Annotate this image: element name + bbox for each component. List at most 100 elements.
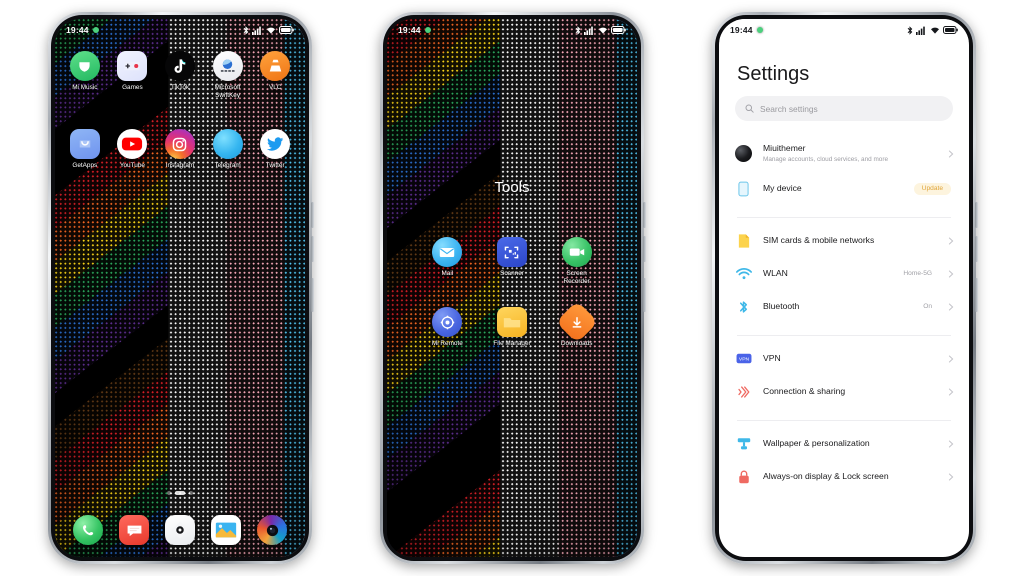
- wifi-icon: [930, 27, 939, 34]
- row-text: Always-on display & Lock screen: [763, 471, 936, 482]
- scanner-icon: [496, 237, 527, 267]
- row-title: Wallpaper & personalization: [763, 438, 870, 448]
- app-icon-mi-music[interactable]: Mi Music: [61, 51, 109, 99]
- wifi-icon: [598, 27, 607, 34]
- row-text: WLAN: [763, 268, 892, 279]
- youtube-icon: [117, 129, 148, 159]
- power-button[interactable]: [311, 278, 314, 312]
- folder-app-scanner[interactable]: Scanner: [496, 237, 527, 285]
- row-value: Home-5G: [903, 270, 932, 277]
- settings-row-wallpaper[interactable]: Wallpaper & personalization: [719, 427, 969, 460]
- volume-down-button[interactable]: [311, 236, 314, 262]
- settings-row-my-device[interactable]: My device Update: [719, 172, 969, 205]
- row-subtitle: Manage accounts, cloud services, and mor…: [763, 156, 889, 163]
- screenshot-stage: 19:44 Mi Music Games TikTok Microsoft Sw…: [0, 0, 1024, 576]
- folder-app-mi-remote[interactable]: Mi Remote: [432, 307, 463, 348]
- divider: [737, 420, 951, 421]
- volume-up-button[interactable]: [311, 202, 314, 228]
- row-text: Miuithemer Manage accounts, cloud servic…: [763, 143, 936, 164]
- phone-screen-settings: 19:44 Settings Search settings Miuitheme…: [719, 19, 969, 557]
- status-bar-left: 19:44: [398, 25, 431, 35]
- folder-app-downloads[interactable]: Downloads: [555, 300, 598, 348]
- app-label: Instagram: [165, 162, 195, 169]
- status-bar: 19:44: [387, 19, 637, 41]
- volume-down-button[interactable]: [975, 236, 978, 262]
- sim-icon: [735, 232, 752, 249]
- settings-row-miuithemer[interactable]: Miuithemer Manage accounts, cloud servic…: [719, 135, 969, 172]
- lock-icon: [735, 468, 752, 485]
- bluetooth-icon: [243, 25, 248, 35]
- svg-text:VPN: VPN: [738, 356, 749, 362]
- wallpaper-pride-halftone: [55, 19, 305, 557]
- dock-icon-messages[interactable]: [119, 515, 149, 545]
- folder-app-label: Mail: [441, 270, 454, 277]
- app-label: GetApps: [72, 162, 98, 169]
- row-title: Always-on display & Lock screen: [763, 471, 889, 481]
- dock-icon-camera[interactable]: [257, 515, 287, 545]
- chevron-right-icon: [947, 388, 955, 396]
- app-icon-tiktok[interactable]: TikTok: [156, 51, 204, 99]
- folder-app-file-manager[interactable]: File Manager: [493, 307, 531, 348]
- status-bar-left: 19:44: [66, 25, 99, 35]
- app-label: Twitter: [265, 162, 285, 169]
- status-time: 19:44: [398, 25, 421, 35]
- settings-row-sim-cards[interactable]: SIM cards & mobile networks: [719, 224, 969, 257]
- volume-down-button[interactable]: [643, 236, 646, 262]
- row-title: VPN: [763, 353, 781, 363]
- phone-icon: [73, 515, 103, 545]
- status-badge[interactable]: Update: [913, 182, 951, 195]
- app-icon-youtube[interactable]: YouTube: [109, 129, 157, 170]
- power-button[interactable]: [643, 278, 646, 312]
- volume-up-button[interactable]: [975, 202, 978, 228]
- signal-icon: [916, 26, 925, 35]
- folder-app-label: Mi Remote: [431, 340, 463, 348]
- app-grid-row-1: Mi Music Games TikTok Microsoft SwiftKey…: [55, 51, 305, 99]
- battery-icon: [611, 26, 626, 34]
- row-title: Bluetooth: [763, 301, 800, 311]
- page-title: Settings: [737, 63, 810, 85]
- settings-row-connection-sharing[interactable]: Connection & sharing: [719, 375, 969, 408]
- settings-row-bluetooth[interactable]: Bluetooth On: [719, 290, 969, 323]
- settings-row-wlan[interactable]: WLAN Home-5G: [719, 257, 969, 290]
- dock-icon-themes[interactable]: [165, 515, 195, 545]
- status-bar-right: [907, 25, 959, 35]
- folder-app-mail[interactable]: Mail: [432, 237, 463, 285]
- bluetooth-icon: [907, 25, 912, 35]
- settings-group-account: Miuithemer Manage accounts, cloud servic…: [719, 135, 969, 211]
- app-label: VLC: [268, 84, 282, 91]
- search-input[interactable]: Search settings: [735, 96, 953, 121]
- settings-group-network: SIM cards & mobile networks WLAN Home-5G: [719, 224, 969, 329]
- app-icon-swiftkey[interactable]: Microsoft SwiftKey: [204, 51, 252, 99]
- app-icon-getapps[interactable]: GetApps: [61, 129, 109, 170]
- settings-group-personalization: Wallpaper & personalization Always-on di…: [719, 427, 969, 499]
- dock-icon-gallery[interactable]: [211, 515, 241, 545]
- settings-app: 19:44 Settings Search settings Miuitheme…: [719, 19, 969, 557]
- status-bar-right: [575, 25, 627, 35]
- volume-up-button[interactable]: [643, 202, 646, 228]
- mail-icon: [432, 237, 463, 267]
- app-icon-instagram[interactable]: Instagram: [156, 129, 204, 170]
- row-text: VPN: [763, 353, 936, 364]
- app-icon-vlc[interactable]: VLC: [251, 51, 299, 99]
- app-icon-twitter[interactable]: Twitter: [251, 129, 299, 170]
- app-icon-games[interactable]: Games: [109, 51, 157, 99]
- row-title: My device: [763, 183, 802, 193]
- mi-music-icon: [69, 51, 100, 81]
- page-indicator[interactable]: [55, 491, 305, 495]
- search-placeholder: Search settings: [760, 103, 818, 114]
- status-time: 19:44: [730, 25, 753, 35]
- status-bar-left: 19:44: [730, 25, 763, 35]
- settings-row-vpn[interactable]: VPN VPN: [719, 342, 969, 375]
- phone-screen-folder: 19:44 Tools Mail Scanner Screen Recorder…: [387, 19, 637, 557]
- settings-row-lock-screen[interactable]: Always-on display & Lock screen: [719, 460, 969, 493]
- page-dot-active: [175, 491, 185, 495]
- page-dot: [189, 491, 193, 495]
- power-button[interactable]: [975, 278, 978, 312]
- folder-app-screen-recorder[interactable]: Screen Recorder: [554, 237, 600, 285]
- divider: [737, 217, 951, 218]
- row-text: Bluetooth: [763, 301, 912, 312]
- phone-device-settings: 19:44 Settings Search settings Miuitheme…: [712, 12, 978, 564]
- app-icon-telegram[interactable]: Telegram: [204, 129, 252, 170]
- vlc-icon: [260, 51, 291, 81]
- dock-icon-phone[interactable]: [73, 515, 103, 545]
